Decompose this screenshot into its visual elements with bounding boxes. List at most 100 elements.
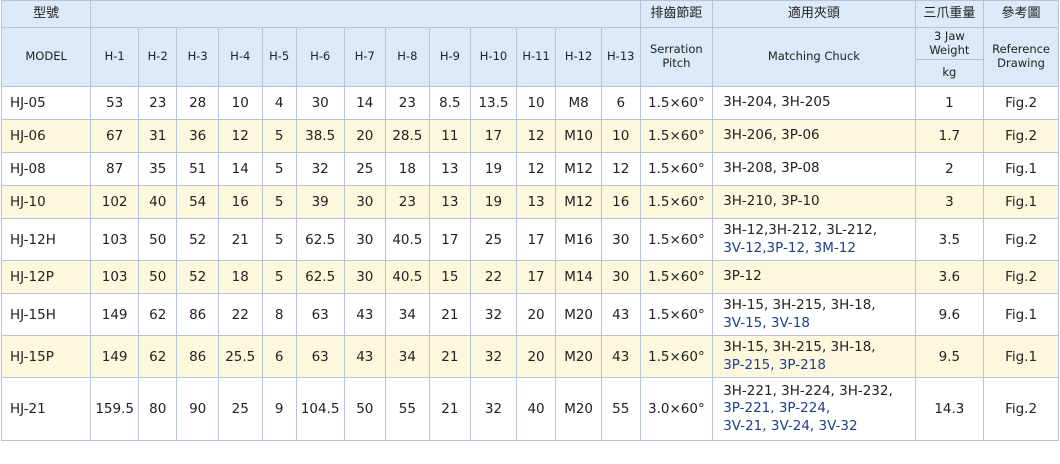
- weight-value: 9.6: [938, 306, 961, 323]
- dimension-cell: 55: [600, 377, 641, 441]
- ref-cell: Fig.1: [983, 185, 1059, 219]
- dimension-value: 50: [356, 401, 374, 417]
- dimension-cell: 25.5: [217, 335, 263, 378]
- dimension-value: 39: [311, 194, 329, 210]
- dimension-value: 21: [441, 348, 459, 365]
- pitch-cell: 3.0×60°: [639, 377, 714, 441]
- model-cell: HJ-12P: [0, 260, 92, 294]
- dimension-value: 34: [398, 348, 416, 365]
- dimension-value: 14: [231, 161, 249, 177]
- pitch-value: 1.5×60°: [648, 348, 705, 365]
- h-column-header-label: H-13: [607, 49, 635, 64]
- weight-header-zh: 三爪重量: [914, 0, 985, 28]
- dimension-value: 22: [484, 269, 503, 285]
- model-value: HJ-12P: [10, 269, 54, 285]
- dimension-cell: 17: [515, 260, 557, 294]
- dimension-cell: 22: [217, 293, 263, 336]
- dimension-cell: 11: [428, 119, 472, 153]
- h-column-header: H-11: [515, 27, 557, 87]
- dimension-cell: 16: [217, 185, 263, 219]
- dimension-cell: 12: [515, 152, 557, 186]
- pitch-cell: 1.5×60°: [639, 218, 714, 261]
- dimension-value: 30: [356, 269, 374, 285]
- h-column-header-label: H-2: [147, 49, 168, 64]
- dimension-cell: 19: [470, 185, 517, 219]
- dimension-value: 13.5: [478, 95, 509, 111]
- dimension-cell: 62.5: [295, 218, 345, 261]
- table-row: HJ-08 87 35 51 14 5 32 25 18 13 19 12 M12 12 1.5×60° 3H…: [0, 152, 1059, 186]
- ref-value: Fig.1: [1005, 194, 1038, 210]
- dimension-value: 10: [231, 95, 249, 111]
- table-body: HJ-05 53 23 28 10 4 30 14 23 8.5 13.5 10 M8 6 1.5×60° 3…: [0, 86, 1059, 441]
- dimension-value: 12: [231, 128, 249, 144]
- dimension-cell: 40.5: [385, 260, 430, 294]
- dimension-cell: 25: [217, 377, 263, 441]
- dimension-cell: 103: [90, 218, 140, 261]
- ref-value: Fig.2: [1005, 401, 1038, 417]
- dimension-cell: 50: [138, 218, 178, 261]
- dimension-cell: 21: [217, 218, 263, 261]
- dimension-value: 30: [612, 231, 630, 248]
- table-row: HJ-10 102 40 54 16 5 39 30 23 13 19 13 M12 16 1.5×60° 3…: [0, 185, 1059, 219]
- dimension-cell: 23: [138, 86, 178, 120]
- chuck-header-zh-label: 適用夾頭: [787, 6, 840, 22]
- dimension-value: 53: [106, 95, 124, 111]
- model-value: HJ-15H: [10, 306, 56, 323]
- dimension-value: 21: [441, 401, 459, 417]
- dimension-value: 102: [101, 194, 128, 210]
- dimension-cell: 10: [515, 86, 557, 120]
- dimension-cell: 5: [261, 185, 297, 219]
- h-column-header-label: H-11: [522, 49, 550, 64]
- ref-header-en-line: Drawing: [997, 56, 1045, 70]
- dimension-value: 36: [189, 128, 207, 144]
- serration-header-en-line: Serration: [650, 42, 703, 57]
- dimension-cell: 17: [515, 218, 557, 261]
- weight-value: 3.5: [938, 231, 961, 248]
- dimension-cell: 18: [217, 260, 263, 294]
- dimension-value: 9: [274, 401, 284, 417]
- chuck-cell: 3H-206, 3P-06: [712, 119, 916, 153]
- model-cell: HJ-15P: [0, 335, 92, 378]
- ref-cell: Fig.2: [983, 218, 1059, 261]
- h-column-header: H-1: [90, 27, 140, 87]
- dimension-value: 32: [311, 161, 329, 177]
- dimension-value: 62: [149, 306, 167, 323]
- chuck-line: 3H-204, 3H-205: [723, 94, 831, 111]
- dimension-value: 34: [398, 306, 416, 323]
- dimension-value: 104.5: [300, 401, 340, 417]
- chuck-line: 3P-215, 3P-218: [723, 356, 826, 373]
- dimension-cell: 30: [600, 218, 641, 261]
- weight-header-zh-label: 三爪重量: [923, 6, 976, 22]
- dimension-cell: 32: [295, 152, 345, 186]
- dimension-value: 32: [484, 401, 503, 417]
- dimension-cell: 18: [385, 152, 430, 186]
- h-column-header: H-5: [261, 27, 297, 87]
- dimension-value: M14: [564, 269, 594, 285]
- dimension-cell: 14: [343, 86, 387, 120]
- ref-cell: Fig.2: [983, 119, 1059, 153]
- pitch-value: 1.5×60°: [648, 306, 705, 323]
- chuck-cell: 3H-221, 3H-224, 3H-232, 3P-221, 3P-224, 3V…: [712, 377, 916, 441]
- h-column-header-label: H-1: [104, 49, 125, 64]
- dimension-cell: 40.5: [385, 218, 430, 261]
- dimension-cell: 23: [385, 185, 430, 219]
- dimension-value: 52: [189, 269, 207, 285]
- dimension-cell: 90: [176, 377, 219, 441]
- h-column-header-label: H-7: [354, 49, 375, 64]
- dimension-value: 21: [441, 306, 459, 323]
- dimension-value: 43: [612, 348, 630, 365]
- weight-value: 1: [945, 95, 954, 111]
- dimension-value: 90: [189, 401, 207, 417]
- dimension-value: 16: [612, 194, 630, 210]
- ref-cell: Fig.2: [983, 260, 1059, 294]
- dimension-cell: 62: [138, 293, 178, 336]
- dimension-cell: 9: [261, 377, 297, 441]
- ref-value: Fig.1: [1005, 306, 1038, 323]
- h-column-header-label: H-9: [439, 49, 460, 64]
- h-column-header-label: H-12: [564, 49, 593, 64]
- ref-value: Fig.1: [1005, 161, 1038, 177]
- dimension-value: 30: [356, 194, 374, 210]
- dimension-cell: 86: [176, 335, 219, 378]
- pitch-value: 1.5×60°: [648, 269, 705, 285]
- dimension-cell: 53: [90, 86, 140, 120]
